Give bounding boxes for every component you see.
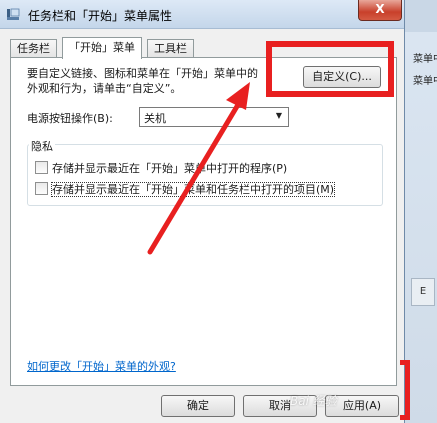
close-icon: X bbox=[375, 2, 385, 16]
annotation-highlight-edge bbox=[400, 360, 410, 420]
background-text-2: 菜单中 bbox=[413, 76, 437, 87]
background-text-1: 菜单中 bbox=[413, 54, 437, 65]
recent-items-checkbox[interactable] bbox=[35, 182, 48, 195]
annotation-highlight-box bbox=[266, 41, 394, 97]
tab-toolbars[interactable]: 工具栏 bbox=[147, 39, 194, 58]
ok-button[interactable]: 确定 bbox=[161, 395, 235, 417]
recent-programs-option[interactable]: 存储并显示最近在「开始」菜单中打开的程序(P) bbox=[35, 160, 287, 176]
power-button-select[interactable]: 关机 ▼ bbox=[139, 107, 289, 127]
recent-programs-label: 存储并显示最近在「开始」菜单中打开的程序(P) bbox=[52, 162, 288, 175]
tab-taskbar[interactable]: 任务栏 bbox=[10, 39, 57, 58]
chevron-down-icon: ▼ bbox=[275, 111, 283, 120]
taskbar-properties-icon bbox=[7, 8, 20, 20]
recent-programs-checkbox[interactable] bbox=[35, 161, 48, 174]
window-title: 任务栏和「开始」菜单属性 bbox=[28, 9, 173, 23]
power-button-value: 关机 bbox=[144, 112, 166, 125]
customize-description: 要自定义链接、图标和菜单在「开始」菜单中的 外观和行为，请单击“自定义”。 bbox=[27, 66, 258, 96]
start-menu-help-link[interactable]: 如何更改「开始」菜单的外观? bbox=[27, 358, 176, 374]
start-menu-panel: 要自定义链接、图标和菜单在「开始」菜单中的 外观和行为，请单击“自定义”。 自定… bbox=[10, 57, 397, 386]
recent-items-option[interactable]: 存储并显示最近在「开始」菜单和任务栏中打开的项目(M) bbox=[35, 181, 336, 197]
close-button[interactable]: X bbox=[358, 0, 402, 21]
privacy-group-title: 隐私 bbox=[29, 138, 55, 154]
title-bar[interactable]: 任务栏和「开始」菜单属性 X bbox=[0, 0, 404, 29]
recent-items-label: 存储并显示最近在「开始」菜单和任务栏中打开的项目(M) bbox=[50, 182, 336, 197]
background-window-header bbox=[405, 0, 437, 32]
description-line-2: 外观和行为，请单击“自定义”。 bbox=[27, 82, 182, 95]
background-field: E bbox=[411, 278, 435, 306]
tab-start-menu[interactable]: 「开始」菜单 bbox=[62, 37, 142, 59]
description-line-1: 要自定义链接、图标和菜单在「开始」菜单中的 bbox=[27, 67, 258, 80]
watermark: Bai 经验 bbox=[290, 394, 337, 408]
power-button-label: 电源按钮操作(B): bbox=[27, 112, 113, 125]
